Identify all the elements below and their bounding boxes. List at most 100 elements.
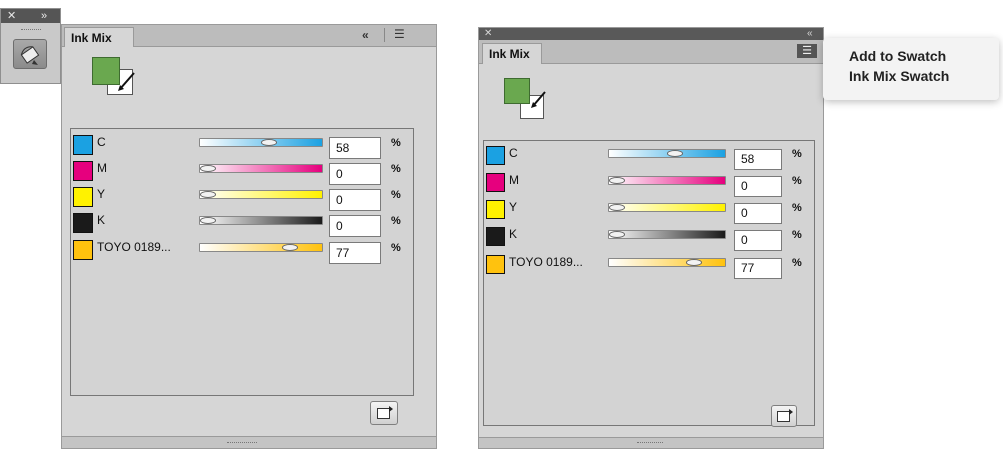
ink-slider-thumb[interactable] bbox=[282, 244, 298, 251]
percent-label: % bbox=[391, 137, 401, 149]
ink-percent-input[interactable]: 77 bbox=[734, 258, 782, 279]
tab-ink-mix[interactable]: Ink Mix bbox=[482, 43, 542, 64]
ink-row-c: C 58 % bbox=[484, 146, 814, 170]
ink-chip-icon bbox=[486, 173, 505, 192]
dock-close-icon[interactable]: ✕ bbox=[7, 9, 16, 23]
panel-titlebar: ✕ « bbox=[479, 28, 823, 40]
new-swatch-button[interactable] bbox=[370, 401, 398, 425]
ink-list: C 58 % M 0 % Y 0 % K 0 % TOYO 0189... 77… bbox=[70, 128, 414, 396]
resize-grip[interactable] bbox=[637, 442, 663, 445]
ink-chip-icon bbox=[73, 187, 93, 207]
ink-name: K bbox=[97, 213, 106, 227]
divider bbox=[384, 28, 385, 42]
ink-slider-track[interactable] bbox=[608, 149, 726, 158]
ink-percent-input[interactable]: 77 bbox=[329, 242, 381, 264]
ink-row-spot: TOYO 0189... 77 % bbox=[484, 255, 814, 279]
ink-name: M bbox=[97, 161, 107, 175]
percent-label: % bbox=[792, 257, 802, 269]
panel-menu-icon[interactable]: ☰ bbox=[797, 44, 817, 58]
ink-slider-track[interactable] bbox=[608, 258, 726, 267]
menu-item-add-to-swatch[interactable]: Add to Swatch bbox=[849, 46, 999, 66]
tab-ink-mix[interactable]: Ink Mix bbox=[64, 27, 134, 47]
ink-row-y: Y 0 % bbox=[71, 187, 413, 211]
ink-row-y: Y 0 % bbox=[484, 200, 814, 224]
percent-label: % bbox=[391, 215, 401, 227]
ink-name: K bbox=[509, 227, 518, 241]
ink-name: Y bbox=[97, 187, 106, 201]
percent-label: % bbox=[792, 148, 802, 160]
ink-slider-track[interactable] bbox=[199, 216, 323, 225]
ink-slider-track[interactable] bbox=[608, 203, 726, 212]
panel-tabstrip: Ink Mix « ☰ bbox=[62, 25, 436, 47]
ink-name: M bbox=[509, 173, 519, 187]
ink-slider-thumb[interactable] bbox=[609, 177, 625, 184]
ink-percent-input[interactable]: 58 bbox=[329, 137, 381, 159]
ink-row-m: M 0 % bbox=[484, 173, 814, 197]
ink-slider-thumb[interactable] bbox=[667, 150, 683, 157]
percent-label: % bbox=[792, 202, 802, 214]
ink-chip-icon bbox=[486, 255, 505, 274]
bucket-icon bbox=[20, 46, 40, 65]
ink-chip-icon bbox=[486, 146, 505, 165]
ink-slider-thumb[interactable] bbox=[200, 191, 216, 198]
ink-slider-thumb[interactable] bbox=[686, 259, 702, 266]
ink-slider-track[interactable] bbox=[199, 190, 323, 199]
ink-row-k: K 0 % bbox=[71, 213, 413, 237]
dock-expand-icon[interactable]: » bbox=[41, 9, 47, 23]
ink-slider-thumb[interactable] bbox=[609, 204, 625, 211]
ink-slider-thumb[interactable] bbox=[261, 139, 277, 146]
ink-chip-icon bbox=[486, 200, 505, 219]
ink-name: TOYO 0189... bbox=[97, 240, 171, 254]
ink-mix-panel-left: Ink Mix « ☰ C 58 % M 0 % Y 0 % K 0 % TOY… bbox=[61, 24, 437, 449]
ink-slider-thumb[interactable] bbox=[609, 231, 625, 238]
ink-name: C bbox=[509, 146, 518, 160]
collapse-panel-icon[interactable]: « bbox=[807, 28, 813, 40]
ink-chip-icon bbox=[486, 227, 505, 246]
ink-mix-panel-button[interactable] bbox=[13, 39, 47, 69]
ink-row-m: M 0 % bbox=[71, 161, 413, 185]
percent-label: % bbox=[391, 242, 401, 254]
new-swatch-icon bbox=[777, 409, 793, 422]
ink-slider-track[interactable] bbox=[608, 176, 726, 185]
ink-chip-icon bbox=[73, 135, 93, 155]
new-swatch-icon bbox=[377, 406, 393, 419]
dock-header: ✕ » bbox=[1, 9, 60, 23]
ink-percent-input[interactable]: 0 bbox=[734, 176, 782, 197]
ink-percent-input[interactable]: 0 bbox=[734, 203, 782, 224]
ink-percent-input[interactable]: 0 bbox=[329, 163, 381, 185]
mix-swatch-icon bbox=[504, 78, 530, 104]
ink-percent-input[interactable]: 58 bbox=[734, 149, 782, 170]
ink-row-spot: TOYO 0189... 77 % bbox=[71, 240, 413, 264]
ink-slider-track[interactable] bbox=[199, 164, 323, 173]
ink-slider-thumb[interactable] bbox=[200, 165, 216, 172]
collapsed-panel-dock: ✕ » bbox=[0, 8, 61, 84]
dock-grip[interactable] bbox=[21, 29, 41, 32]
ink-slider-track[interactable] bbox=[608, 230, 726, 239]
panel-flyout-menu: Add to Swatch Ink Mix Swatch bbox=[823, 38, 999, 100]
ink-slider-thumb[interactable] bbox=[200, 217, 216, 224]
panel-footer bbox=[62, 436, 436, 448]
ink-name: Y bbox=[509, 200, 518, 214]
ink-percent-input[interactable]: 0 bbox=[329, 189, 381, 211]
resize-grip[interactable] bbox=[227, 442, 257, 445]
collapse-panel-icon[interactable]: « bbox=[362, 28, 369, 42]
panel-close-icon[interactable]: ✕ bbox=[484, 28, 492, 40]
ink-row-c: C 58 % bbox=[71, 135, 413, 159]
ink-chip-icon bbox=[73, 213, 93, 233]
ink-chip-icon bbox=[73, 240, 93, 260]
ink-slider-track[interactable] bbox=[199, 138, 323, 147]
ink-mix-panel-right: ✕ « Ink Mix ☰ C 58 % M 0 % Y 0 % K 0 % T… bbox=[478, 27, 824, 449]
ink-percent-input[interactable]: 0 bbox=[329, 215, 381, 237]
swatch-arrow-icon bbox=[118, 72, 135, 91]
percent-label: % bbox=[792, 229, 802, 241]
panel-menu-icon[interactable]: ☰ bbox=[394, 27, 405, 41]
panel-tabstrip: Ink Mix ☰ bbox=[479, 40, 823, 64]
new-swatch-button[interactable] bbox=[771, 405, 797, 427]
ink-slider-track[interactable] bbox=[199, 243, 323, 252]
ink-percent-input[interactable]: 0 bbox=[734, 230, 782, 251]
ink-name: C bbox=[97, 135, 106, 149]
panel-footer bbox=[479, 437, 823, 448]
menu-item-ink-mix-swatch[interactable]: Ink Mix Swatch bbox=[849, 66, 999, 86]
percent-label: % bbox=[792, 175, 802, 187]
swatch-arrow-icon bbox=[531, 91, 546, 108]
